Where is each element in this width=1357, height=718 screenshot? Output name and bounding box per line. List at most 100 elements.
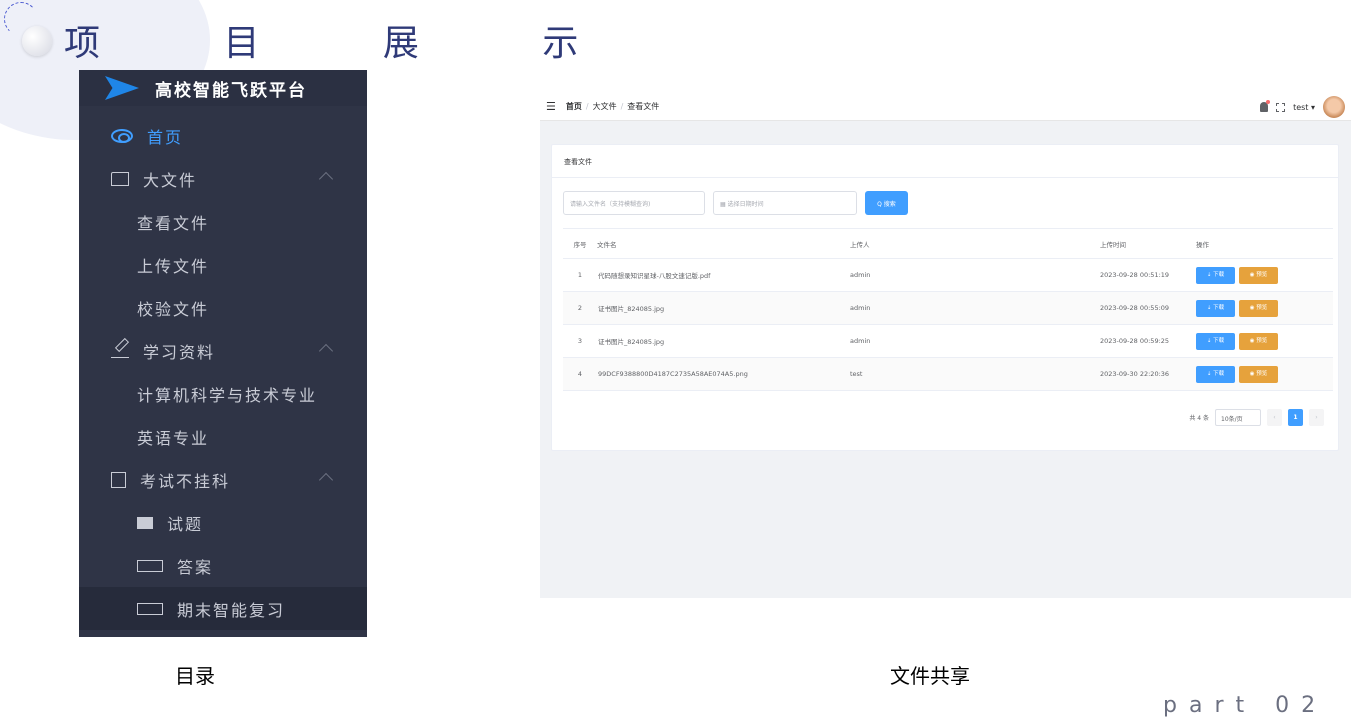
sidebar-item-study-materials[interactable]: 学习资料 bbox=[79, 329, 367, 372]
row-actions: ⇣ 下载 ◉ 预览 bbox=[1195, 324, 1333, 358]
sidebar-item-answers[interactable]: 答案 bbox=[79, 544, 367, 587]
sidebar-header: 高校智能飞跃平台 bbox=[79, 70, 367, 106]
sidebar-item-label: 考试不挂科 bbox=[140, 471, 231, 491]
sidebar-item-view-files[interactable]: 查看文件 bbox=[79, 200, 367, 243]
sidebar-item-label: 学习资料 bbox=[143, 342, 216, 362]
chevron-up-icon bbox=[318, 343, 334, 359]
sidebar-item-english[interactable]: 英语专业 bbox=[79, 415, 367, 458]
sidebar-item-final-review[interactable]: 期末智能复习 bbox=[79, 587, 367, 630]
table-header-row: 序号 文件名 上传人 上传时间 操作 bbox=[563, 228, 1333, 259]
preview-button[interactable]: ◉ 预览 bbox=[1239, 332, 1278, 350]
download-button[interactable]: ⇣ 下载 bbox=[1196, 266, 1235, 284]
keyboard-icon bbox=[137, 559, 163, 572]
chevron-up-icon bbox=[318, 472, 334, 488]
sidebar-item-home[interactable]: 首页 bbox=[79, 114, 367, 157]
sidebar-item-label: 英语专业 bbox=[137, 428, 210, 448]
sidebar-item-verify-files[interactable]: 校验文件 bbox=[79, 286, 367, 329]
filename-search-input[interactable]: 请输入文件名（支持模糊查询) bbox=[563, 191, 705, 215]
navbar-right: test ▾ bbox=[1260, 96, 1345, 118]
row-actions: ⇣ 下载 ◉ 预览 bbox=[1195, 258, 1333, 292]
title-bullet-dot bbox=[22, 26, 52, 56]
breadcrumb-home[interactable]: 首页 bbox=[566, 101, 582, 112]
row-actions: ⇣ 下载 ◉ 预览 bbox=[1195, 357, 1333, 391]
sidebar-menu: 高校智能飞跃平台 首页 大文件 查看文件 上传文件 校验文件 学习资料 计算机科… bbox=[79, 70, 367, 637]
row-index: 3 bbox=[563, 324, 597, 358]
row-upload-time: 2023-09-28 00:59:25 bbox=[1099, 324, 1195, 358]
column-header-actions: 操作 bbox=[1195, 228, 1333, 259]
download-button[interactable]: ⇣ 下载 bbox=[1196, 332, 1235, 350]
pagination-total: 共 4 条 bbox=[1189, 415, 1209, 422]
row-uploader: admin bbox=[849, 258, 1099, 292]
row-uploader: admin bbox=[849, 324, 1099, 358]
row-upload-time: 2023-09-28 00:55:09 bbox=[1099, 291, 1195, 325]
preview-button[interactable]: ◉ 预览 bbox=[1239, 299, 1278, 317]
app-title: 高校智能飞跃平台 bbox=[155, 80, 307, 101]
column-header-uploader: 上传人 bbox=[849, 228, 1099, 259]
caption-directory: 目录 bbox=[175, 664, 215, 688]
date-picker-input[interactable]: ▦ 选择日期时间 bbox=[713, 191, 857, 215]
row-uploader: admin bbox=[849, 291, 1099, 325]
page-1-button[interactable]: 1 bbox=[1288, 409, 1303, 426]
sidebar-item-exams[interactable]: 考试不挂科 bbox=[79, 458, 367, 501]
top-navbar: ☰ 首页 / 大文件 / 查看文件 test ▾ bbox=[540, 93, 1351, 121]
caption-file-sharing: 文件共享 bbox=[890, 664, 970, 688]
slide-title: 项 目 展 示 bbox=[64, 23, 635, 64]
part-label: part 02 bbox=[1163, 693, 1328, 718]
app-logo-icon bbox=[105, 76, 139, 100]
calendar-icon: ▦ bbox=[720, 201, 728, 208]
row-index: 2 bbox=[563, 291, 597, 325]
table-row: 2 证书图片_824085.jpg admin 2023-09-28 00:55… bbox=[563, 291, 1333, 325]
preview-button[interactable]: ◉ 预览 bbox=[1239, 365, 1278, 383]
column-header-filename: 文件名 bbox=[597, 228, 849, 259]
column-header-index: 序号 bbox=[563, 228, 597, 259]
search-button[interactable]: Q 搜索 bbox=[865, 191, 908, 215]
table-row: 4 99DCF9388800D4187C2735A58AE074A5.png t… bbox=[563, 357, 1333, 391]
bell-icon[interactable] bbox=[1260, 100, 1271, 112]
user-menu[interactable]: test ▾ bbox=[1293, 103, 1315, 112]
sidebar-item-label: 试题 bbox=[167, 514, 204, 534]
date-placeholder: 选择日期时间 bbox=[727, 201, 764, 208]
pagination: 共 4 条 10条/页 ‹ 1 › bbox=[1189, 409, 1324, 426]
hamburger-icon[interactable]: ☰ bbox=[546, 100, 556, 113]
next-page-button[interactable]: › bbox=[1309, 409, 1324, 426]
download-button[interactable]: ⇣ 下载 bbox=[1196, 365, 1235, 383]
sidebar-item-label: 计算机科学与技术专业 bbox=[137, 385, 318, 405]
row-uploader: test bbox=[849, 357, 1099, 391]
row-filename: 证书图片_824085.jpg bbox=[597, 291, 849, 325]
row-index: 4 bbox=[563, 357, 597, 391]
sidebar-item-label: 答案 bbox=[177, 557, 214, 577]
table-row: 1 代码随想录知识星球-八股文速记版.pdf admin 2023-09-28 … bbox=[563, 258, 1333, 292]
sidebar-item-large-files[interactable]: 大文件 bbox=[79, 157, 367, 200]
row-index: 1 bbox=[563, 258, 597, 292]
row-filename: 99DCF9388800D4187C2735A58AE074A5.png bbox=[597, 357, 849, 391]
folder-icon bbox=[111, 171, 129, 186]
keyboard-icon bbox=[137, 602, 163, 615]
row-filename: 代码随想录知识星球-八股文速记版.pdf bbox=[597, 258, 849, 292]
pen-icon bbox=[111, 344, 129, 358]
column-header-upload-time: 上传时间 bbox=[1099, 228, 1195, 259]
card-title: 查看文件 bbox=[552, 145, 1338, 178]
sidebar-item-questions[interactable]: 试题 bbox=[79, 501, 367, 544]
sidebar-item-label: 查看文件 bbox=[137, 213, 210, 233]
download-button[interactable]: ⇣ 下载 bbox=[1196, 299, 1235, 317]
file-list-card: 查看文件 请输入文件名（支持模糊查询) ▦ 选择日期时间 Q 搜索 序号 文件名… bbox=[551, 144, 1339, 451]
prev-page-button[interactable]: ‹ bbox=[1267, 409, 1282, 426]
preview-button[interactable]: ◉ 预览 bbox=[1239, 266, 1278, 284]
fullscreen-icon[interactable] bbox=[1276, 102, 1286, 112]
table-row: 3 证书图片_824085.jpg admin 2023-09-28 00:59… bbox=[563, 324, 1333, 358]
row-upload-time: 2023-09-28 00:51:19 bbox=[1099, 258, 1195, 292]
breadcrumb-separator: / bbox=[620, 102, 624, 111]
sidebar-item-computer-science[interactable]: 计算机科学与技术专业 bbox=[79, 372, 367, 415]
document-icon bbox=[111, 471, 126, 488]
sidebar-item-label: 期末智能复习 bbox=[177, 600, 286, 620]
row-upload-time: 2023-09-30 22:20:36 bbox=[1099, 357, 1195, 391]
search-bar: 请输入文件名（支持模糊查询) ▦ 选择日期时间 Q 搜索 bbox=[563, 191, 908, 215]
sidebar-item-label: 校验文件 bbox=[137, 299, 210, 319]
page-size-select[interactable]: 10条/页 bbox=[1215, 409, 1261, 426]
avatar[interactable] bbox=[1323, 96, 1345, 118]
breadcrumb-large-files[interactable]: 大文件 bbox=[593, 101, 617, 112]
chevron-up-icon bbox=[318, 171, 334, 187]
file-table: 序号 文件名 上传人 上传时间 操作 1 代码随想录知识星球-八股文速记版.pd… bbox=[563, 228, 1333, 391]
sidebar-item-upload-files[interactable]: 上传文件 bbox=[79, 243, 367, 286]
breadcrumb-view-files: 查看文件 bbox=[627, 102, 660, 111]
